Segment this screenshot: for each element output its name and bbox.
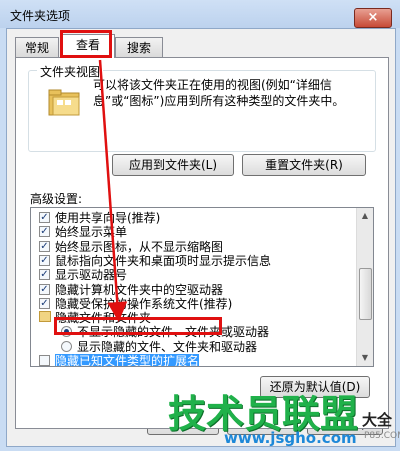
advanced-item-label: 不显示隐藏的文件、文件夹或驱动器: [77, 325, 270, 340]
advanced-item-label: 隐藏受保护的操作系统文件(推荐): [55, 296, 233, 311]
tab-view[interactable]: 查看: [61, 34, 115, 58]
watermark-side: 大全: [362, 411, 393, 429]
close-button[interactable]: ×: [354, 8, 392, 28]
checkbox-checked-icon[interactable]: ✓: [39, 212, 50, 223]
advanced-item-label: 始终显示菜单: [55, 225, 128, 240]
advanced-item-label: 隐藏已知文件类型的扩展名: [55, 354, 200, 367]
scroll-down-arrow-icon[interactable]: ▼: [357, 350, 373, 366]
checkbox-checked-icon[interactable]: ✓: [39, 269, 50, 281]
radio-selected-icon[interactable]: [61, 326, 72, 338]
checkbox-checked-icon[interactable]: ✓: [39, 226, 50, 238]
checkbox-checked-icon[interactable]: ✓: [39, 297, 50, 309]
folder-views-icon: [48, 89, 80, 116]
advanced-item-label: 隐藏计算机文件夹中的空驱动器: [55, 282, 224, 297]
folder-views-description: 可以将该文件夹正在使用的视图(例如“详细信息”或“图标”)应用到所有这种类型的文…: [93, 78, 345, 108]
view-tab-panel: 文件夹视图 可以将该文件夹正在使用的视图(例如“详细信息”或“图标”)应用到所有…: [15, 57, 389, 429]
advanced-scrollbar[interactable]: ▲ ▼: [356, 208, 373, 366]
tab-search[interactable]: 搜索: [115, 37, 163, 57]
checkbox-checked-icon[interactable]: ✓: [39, 240, 50, 252]
checkbox-checked-icon[interactable]: ✓: [39, 283, 50, 295]
advanced-item-label: 鼠标指向文件夹和桌面项时显示提示信息: [55, 253, 272, 268]
checkbox-unchecked-icon[interactable]: [39, 355, 50, 366]
advanced-item-label: 显示隐藏的文件、文件夹和驱动器: [77, 339, 258, 354]
advanced-item-label: 始终显示图标，从不显示缩略图: [55, 239, 224, 254]
reset-folders-button[interactable]: 重置文件夹(R): [242, 154, 366, 176]
watermark-sub: P85.COM: [364, 431, 400, 441]
folder-options-window: 文件夹选项 × 常规 查看 搜索 文件夹视图 可以将该文件夹正在使用的视图(例如…: [0, 0, 400, 451]
advanced-item-label: 显示驱动器号: [55, 268, 128, 283]
advanced-item-label: 使用共享向导(推荐): [55, 211, 161, 225]
advanced-settings-label: 高级设置:: [30, 192, 83, 206]
watermark-url: www.jsgho.com: [224, 429, 357, 447]
scroll-thumb[interactable]: [359, 268, 372, 320]
title-bar: 文件夹选项 ×: [0, 0, 400, 28]
advanced-settings-list[interactable]: ✓ 使用共享向导(推荐) ✓ 始终显示菜单 ✓ 始终显示图标，从不显示缩略图 ✓ 鼠标指向文件…: [30, 207, 374, 367]
apply-to-folders-button[interactable]: 应用到文件夹(L): [112, 154, 234, 176]
tab-general[interactable]: 常规: [15, 37, 59, 57]
scroll-up-arrow-icon[interactable]: ▲: [357, 208, 373, 224]
folder-icon: [39, 311, 51, 323]
radio-unselected-icon[interactable]: [61, 340, 72, 352]
checkbox-checked-icon[interactable]: ✓: [39, 254, 50, 266]
window-title: 文件夹选项: [10, 9, 71, 23]
advanced-item-label: 隐藏文件和文件夹: [55, 311, 152, 326]
watermark: 技术员联盟 大全 www.jsgho.com P85.COM: [168, 383, 400, 447]
folder-views-group: 文件夹视图 可以将该文件夹正在使用的视图(例如“详细信息”或“图标”)应用到所有…: [28, 63, 376, 152]
